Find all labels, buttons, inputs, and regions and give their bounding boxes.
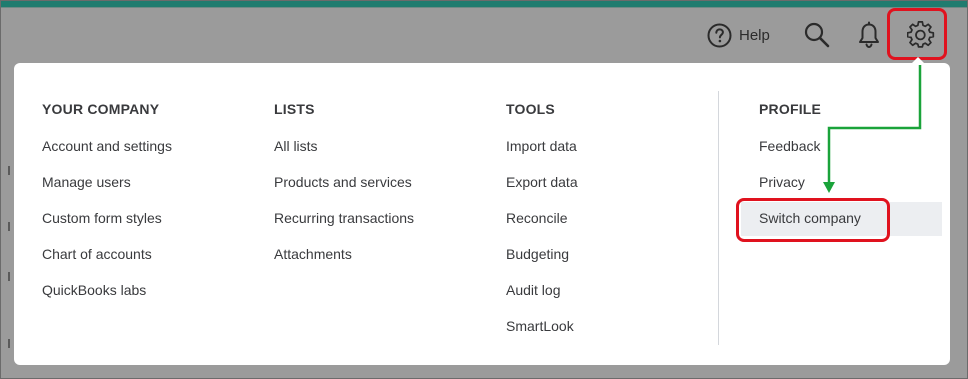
annotation-arrow [823, 65, 922, 193]
app-window: Help YOUR COMPANY Account and settings M… [0, 0, 968, 379]
